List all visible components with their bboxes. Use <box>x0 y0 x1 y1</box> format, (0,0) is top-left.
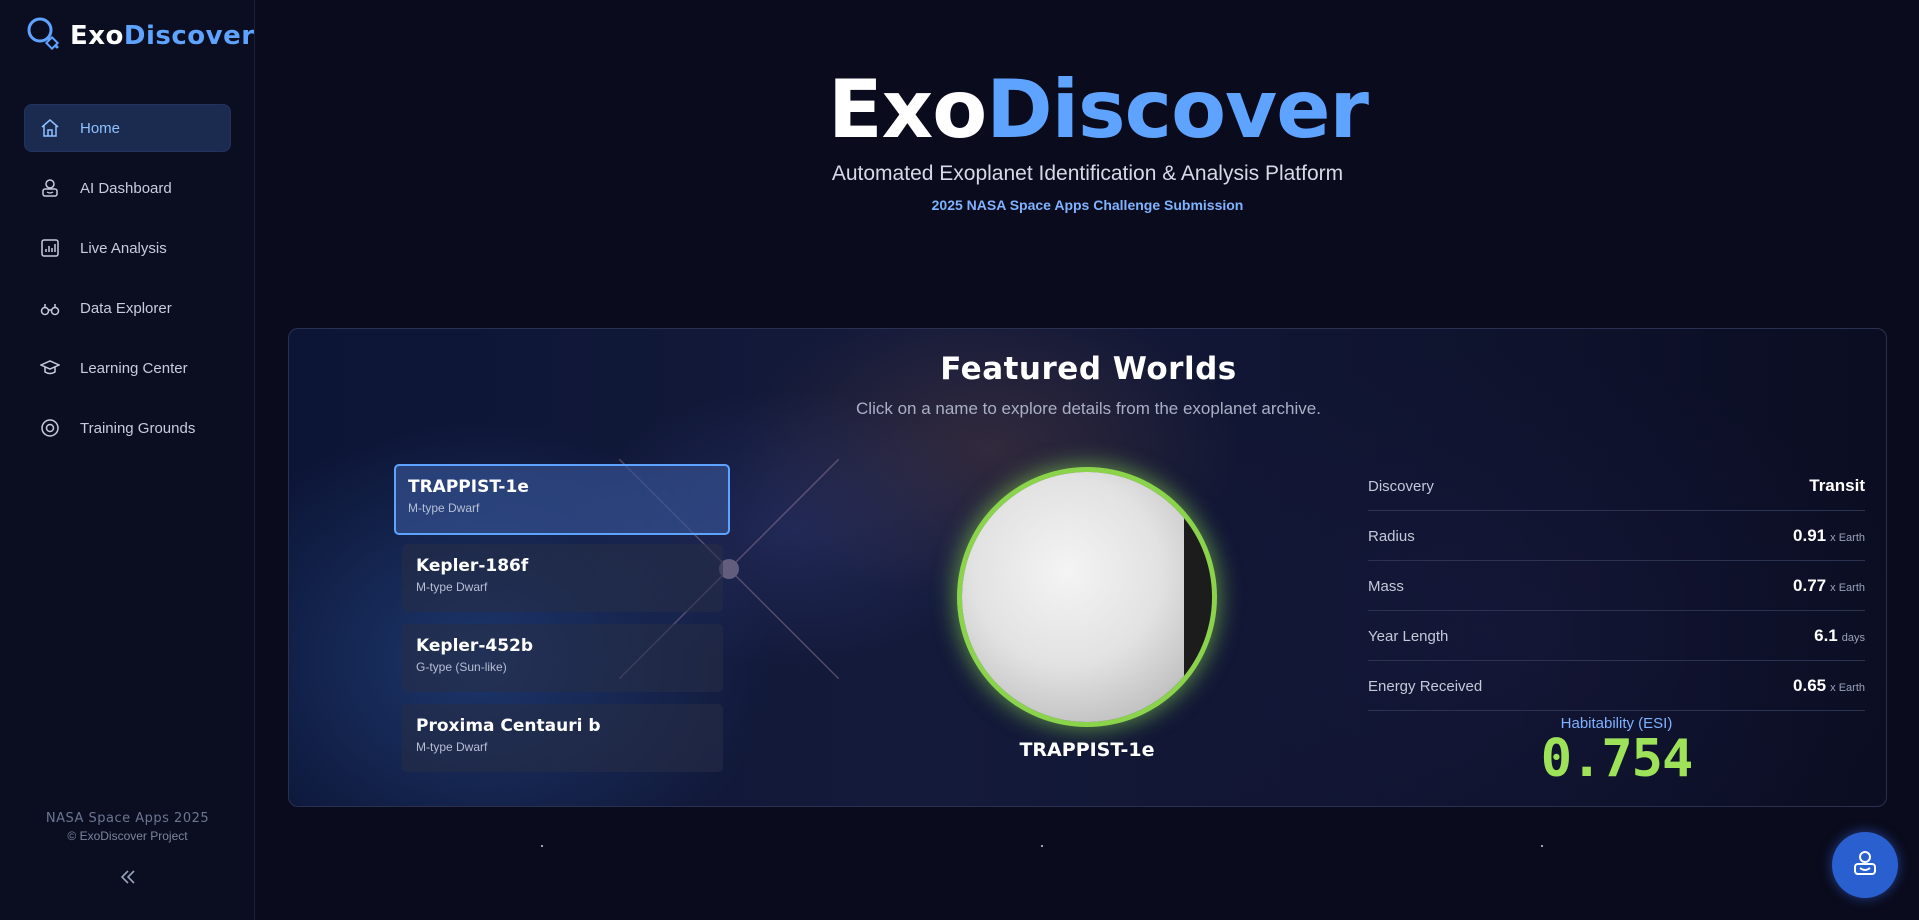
planet-stats: Discovery Transit Radius 0.91 x Earth Mas… <box>1368 462 1865 712</box>
sidebar-item-data-explorer[interactable]: Data Explorer <box>24 284 231 332</box>
planet-terminator <box>1184 472 1212 722</box>
stat-row-radius: Radius 0.91 x Earth <box>1368 512 1865 561</box>
stat-row-energy-received: Energy Received 0.65 x Earth <box>1368 662 1865 711</box>
stat-value: 6.1 <box>1814 626 1838 645</box>
stat-value: 0.77 <box>1793 576 1827 595</box>
selected-planet-name: TRAPPIST-1e <box>1019 739 1155 761</box>
stat-label: Discovery <box>1368 477 1434 495</box>
featured-subtitle: Click on a name to explore details from … <box>856 399 1321 418</box>
sidebar-nav: Home AI Dashboard Live Analysis Data Exp… <box>24 104 231 464</box>
world-item-kepler-186f[interactable]: Kepler-186f M-type Dwarf <box>402 544 723 612</box>
world-name: TRAPPIST-1e <box>408 477 529 497</box>
featured-title: Featured Worlds <box>940 351 1237 387</box>
stat-value: Transit <box>1809 476 1865 495</box>
world-name: Kepler-186f <box>416 556 529 576</box>
sidebar-item-learning-center[interactable]: Learning Center <box>24 344 231 392</box>
world-type: M-type Dwarf <box>416 740 488 754</box>
world-item-trappist-1e[interactable]: TRAPPIST-1e M-type Dwarf <box>394 464 730 535</box>
stat-label: Mass <box>1368 577 1404 595</box>
world-name: Kepler-452b <box>416 636 534 656</box>
hero-title: ExoDiscover <box>828 63 1369 156</box>
stat-label: Year Length <box>1368 627 1449 645</box>
sidebar-item-training-grounds[interactable]: Training Grounds <box>24 404 231 452</box>
stat-value-group: 6.1 days <box>1814 626 1865 646</box>
stat-value-group: Transit <box>1809 476 1865 496</box>
binoculars-icon <box>40 298 60 318</box>
stat-value: 0.91 <box>1793 526 1827 545</box>
stat-value: 0.65 <box>1793 676 1827 695</box>
esi-value: 0.754 <box>1540 729 1694 789</box>
ai-assistant-button[interactable] <box>1832 832 1898 898</box>
sidebar-item-home[interactable]: Home <box>24 104 231 152</box>
stat-value-group: 0.65 x Earth <box>1793 676 1865 696</box>
stat-unit: x Earth <box>1830 682 1865 694</box>
world-name: Proxima Centauri b <box>416 716 601 736</box>
world-type: G-type (Sun-like) <box>416 660 507 674</box>
stat-row-discovery: Discovery Transit <box>1368 462 1865 511</box>
stat-value-group: 0.91 x Earth <box>1793 526 1865 546</box>
world-type: M-type Dwarf <box>416 580 488 594</box>
sidebar-item-label: Home <box>80 119 121 137</box>
sidebar-item-live-analysis[interactable]: Live Analysis <box>24 224 231 272</box>
double-chevron-left-icon <box>117 870 139 892</box>
logo-icon <box>26 16 60 55</box>
hero-tagline: 2025 NASA Space Apps Challenge Submissio… <box>931 197 1244 213</box>
stat-unit: x Earth <box>1830 582 1865 594</box>
sidebar-item-label: Learning Center <box>80 359 188 377</box>
stat-value-group: 0.77 x Earth <box>1793 576 1865 596</box>
graduation-cap-icon <box>40 358 60 378</box>
brand-logo[interactable]: ExoDiscover <box>26 16 255 55</box>
planet-visual <box>962 472 1212 722</box>
stat-unit: days <box>1841 632 1865 644</box>
home-icon <box>40 118 60 138</box>
stat-unit: x Earth <box>1830 532 1865 544</box>
world-type: M-type Dwarf <box>408 501 480 515</box>
sidebar-item-label: Training Grounds <box>80 419 196 437</box>
sidebar: ExoDiscover Home AI Dashboard Live Analy… <box>0 0 255 920</box>
stat-row-mass: Mass 0.77 x Earth <box>1368 562 1865 611</box>
chart-icon <box>40 238 60 258</box>
robot-icon <box>1850 848 1880 883</box>
star-dot <box>541 845 543 847</box>
sidebar-footer-event: NASA Space Apps 2025 <box>45 811 210 826</box>
sidebar-item-label: Data Explorer <box>80 299 172 317</box>
hero-subtitle: Automated Exoplanet Identification & Ana… <box>831 162 1344 185</box>
stat-row-year-length: Year Length 6.1 days <box>1368 612 1865 661</box>
star-dot <box>1541 845 1543 847</box>
target-icon <box>40 418 60 438</box>
sidebar-item-label: Live Analysis <box>80 239 167 257</box>
brand-name: ExoDiscover <box>70 20 255 51</box>
featured-worlds-card: Featured Worlds Click on a name to explo… <box>288 328 1887 807</box>
planet-sphere <box>962 472 1212 722</box>
stat-label: Energy Received <box>1368 677 1483 695</box>
sidebar-footer-copyright: © ExoDiscover Project <box>67 829 188 843</box>
star-dot <box>1041 845 1043 847</box>
world-item-kepler-452b[interactable]: Kepler-452b G-type (Sun-like) <box>402 624 723 692</box>
stat-label: Radius <box>1368 527 1415 545</box>
collapse-sidebar-button[interactable] <box>117 866 139 888</box>
world-item-proxima-centauri-b[interactable]: Proxima Centauri b M-type Dwarf <box>402 704 723 772</box>
